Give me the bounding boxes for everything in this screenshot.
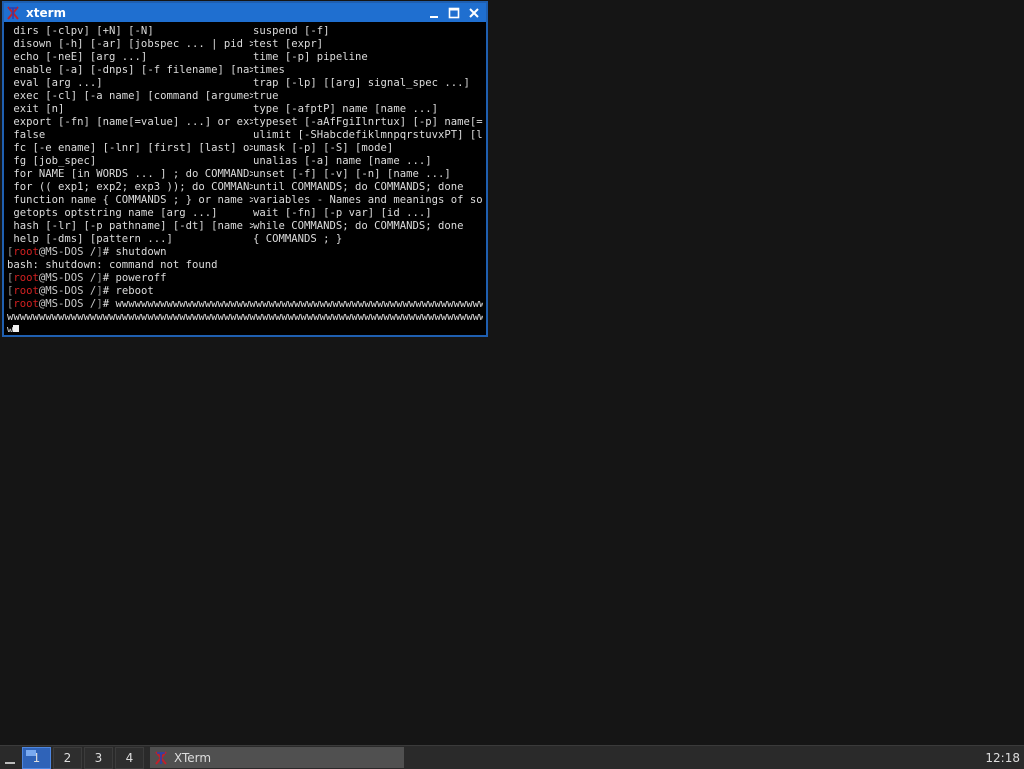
help-entry-left: exec [-cl] [-a name] [command [argume> xyxy=(7,90,253,102)
output-line: w xyxy=(7,324,483,332)
help-entry-left: getopts optstring name [arg ...] xyxy=(7,207,218,219)
prompt-symbol: # xyxy=(102,246,116,258)
prompt-user: root xyxy=(13,272,39,284)
help-entry-right: test [expr] xyxy=(253,38,324,50)
help-row: enable [-a] [-dnps] [-f filename] [na> ti… xyxy=(7,64,483,77)
help-entry-right: { COMMANDS ; } xyxy=(253,233,343,245)
prompt-symbol: # xyxy=(102,272,116,284)
prompt-symbol: # xyxy=(102,298,116,310)
workspace-3-button[interactable]: 3 xyxy=(84,746,113,769)
xterm-logo-icon xyxy=(154,750,168,765)
help-entry-right: unalias [-a] name [name ...] xyxy=(253,155,432,167)
help-row: hash [-lr] [-p pathname] [-dt] [name > wh… xyxy=(7,220,483,233)
prompt-user: root xyxy=(13,285,39,297)
shell-session: [root@MS-DOS /]# shutdown bash: shutdown:… xyxy=(7,246,483,332)
prompt-user: root xyxy=(13,246,39,258)
help-row: getopts optstring name [arg ...] wait [-f… xyxy=(7,207,483,220)
help-entry-right: true xyxy=(253,90,279,102)
help-entry-left: export [-fn] [name[=value] ...] or ex> xyxy=(7,116,253,128)
help-row: for NAME [in WORDS ... ] ; do COMMAND> un… xyxy=(7,168,483,181)
help-entry-left: fg [job_spec] xyxy=(7,155,97,167)
prompt-host: @MS-DOS / xyxy=(38,285,97,297)
help-listing: dirs [-clpv] [+N] [-N] suspend [-f] disow… xyxy=(7,25,483,246)
window-titlebar[interactable]: xterm xyxy=(4,3,486,22)
help-entry-right: variables - Names and meanings of so> xyxy=(253,194,483,206)
help-entry-right: umask [-p] [-S] [mode] xyxy=(253,142,394,154)
text-cursor xyxy=(13,324,20,332)
prompt-line: [root@MS-DOS /]# poweroff xyxy=(7,272,483,285)
minimize-icon[interactable] xyxy=(426,5,442,21)
command-text: wwwwwwwwwwwwwwwwwwwwwwwwwwwwwwwwwwwwwwww… xyxy=(115,298,483,310)
task-button-xterm[interactable]: XTerm xyxy=(150,747,404,768)
help-row: fg [job_spec] unalias [-a] name [name ...… xyxy=(7,155,483,168)
help-entry-right: typeset [-aAfFgiIlnrtux] [-p] name[=> xyxy=(253,116,483,128)
help-entry-left: fc [-e ename] [-lnr] [first] [last] o> xyxy=(7,142,253,154)
help-row: help [-dms] [pattern ...] { COMMANDS ; } xyxy=(7,233,483,246)
help-entry-left: enable [-a] [-dnps] [-f filename] [na> xyxy=(7,64,253,76)
help-entry-left: disown [-h] [-ar] [jobspec ... | pid > xyxy=(7,38,253,50)
help-row: fc [-e ename] [-lnr] [first] [last] o> um… xyxy=(7,142,483,155)
output-line: wwwwwwwwwwwwwwwwwwwwwwwwwwwwwwwwwwwwwwww… xyxy=(7,311,483,324)
close-icon[interactable] xyxy=(466,5,482,21)
maximize-icon[interactable] xyxy=(446,5,462,21)
help-row: function name { COMMANDS ; } or name > va… xyxy=(7,194,483,207)
help-row: eval [arg ...] trap [-lp] [[arg] signal_s… xyxy=(7,77,483,90)
prompt-line: [root@MS-DOS /]# wwwwwwwwwwwwwwwwwwwwwww… xyxy=(7,298,483,311)
help-entry-left: for (( exp1; exp2; exp3 )); do COMMAN> xyxy=(7,181,253,193)
clock: 12:18 xyxy=(985,750,1020,765)
help-entry-right: wait [-fn] [-p var] [id ...] xyxy=(253,207,432,219)
output-line: bash: shutdown: command not found xyxy=(7,259,483,272)
help-row: disown [-h] [-ar] [jobspec ... | pid > te… xyxy=(7,38,483,51)
show-desktop-icon[interactable] xyxy=(0,746,20,769)
help-entry-left: function name { COMMANDS ; } or name > xyxy=(7,194,253,206)
help-entry-right: times xyxy=(253,64,285,76)
help-entry-left: echo [-neE] [arg ...] xyxy=(7,51,148,63)
terminal-output[interactable]: dirs [-clpv] [+N] [-N] suspend [-f] disow… xyxy=(7,25,483,332)
help-row: exit [n] type [-afptP] name [name ...] xyxy=(7,103,483,116)
help-entry-right: time [-p] pipeline xyxy=(253,51,368,63)
prompt-host: @MS-DOS / xyxy=(38,272,97,284)
xterm-window[interactable]: xterm dirs [-clpv] [+N] [-N] suspend [-f]… xyxy=(2,1,488,337)
prompt-symbol: # xyxy=(102,285,116,297)
help-row: for (( exp1; exp2; exp3 )); do COMMAN> un… xyxy=(7,181,483,194)
help-entry-right: unset [-f] [-v] [-n] [name ...] xyxy=(253,168,451,180)
help-row: export [-fn] [name[=value] ...] or ex> ty… xyxy=(7,116,483,129)
taskbar: 1 2 3 4 XTerm 12:18 xyxy=(0,745,1024,769)
help-entry-right: until COMMANDS; do COMMANDS; done xyxy=(253,181,464,193)
help-entry-left: exit [n] xyxy=(7,103,65,115)
help-entry-left: eval [arg ...] xyxy=(7,77,103,89)
help-entry-right: type [-afptP] name [name ...] xyxy=(253,103,438,115)
workspace-1-button[interactable]: 1 xyxy=(22,746,51,769)
help-entry-left: hash [-lr] [-p pathname] [-dt] [name > xyxy=(7,220,253,232)
help-row: exec [-cl] [-a name] [command [argume> tr… xyxy=(7,90,483,103)
command-text: reboot xyxy=(115,285,154,297)
help-entry-left: for NAME [in WORDS ... ] ; do COMMAND> xyxy=(7,168,253,180)
prompt-line: [root@MS-DOS /]# reboot xyxy=(7,285,483,298)
output-text: wwwwwwwwwwwwwwwwwwwwwwwwwwwwwwwwwwwwwwww… xyxy=(7,311,483,323)
prompt-user: root xyxy=(13,298,39,310)
workspace-2-button[interactable]: 2 xyxy=(53,746,82,769)
help-entry-right: trap [-lp] [[arg] signal_spec ...] xyxy=(253,77,470,89)
task-label: XTerm xyxy=(174,750,212,765)
help-entry-left: false xyxy=(7,129,46,141)
help-row: echo [-neE] [arg ...] time [-p] pipeline xyxy=(7,51,483,64)
prompt-host: @MS-DOS / xyxy=(38,298,97,310)
command-text: shutdown xyxy=(115,246,167,258)
window-title: xterm xyxy=(26,5,67,20)
help-entry-right: ulimit [-SHabcdefiklmnpqrstuvxPT] [l> xyxy=(253,129,483,141)
prompt-line: [root@MS-DOS /]# shutdown xyxy=(7,246,483,259)
help-entry-right: suspend [-f] xyxy=(253,25,330,37)
help-row: false ulimit [-SHabcdefiklmnpqrstuvxPT] [… xyxy=(7,129,483,142)
help-entry-left: dirs [-clpv] [+N] [-N] xyxy=(7,25,154,37)
workspace-4-button[interactable]: 4 xyxy=(115,746,144,769)
output-text: bash: shutdown: command not found xyxy=(7,259,218,271)
xterm-logo-icon xyxy=(6,5,20,20)
help-entry-left: help [-dms] [pattern ...] xyxy=(7,233,173,245)
help-row: dirs [-clpv] [+N] [-N] suspend [-f] xyxy=(7,25,483,38)
help-entry-right: while COMMANDS; do COMMANDS; done xyxy=(253,220,464,232)
prompt-host: @MS-DOS / xyxy=(38,246,97,258)
command-text: poweroff xyxy=(115,272,167,284)
